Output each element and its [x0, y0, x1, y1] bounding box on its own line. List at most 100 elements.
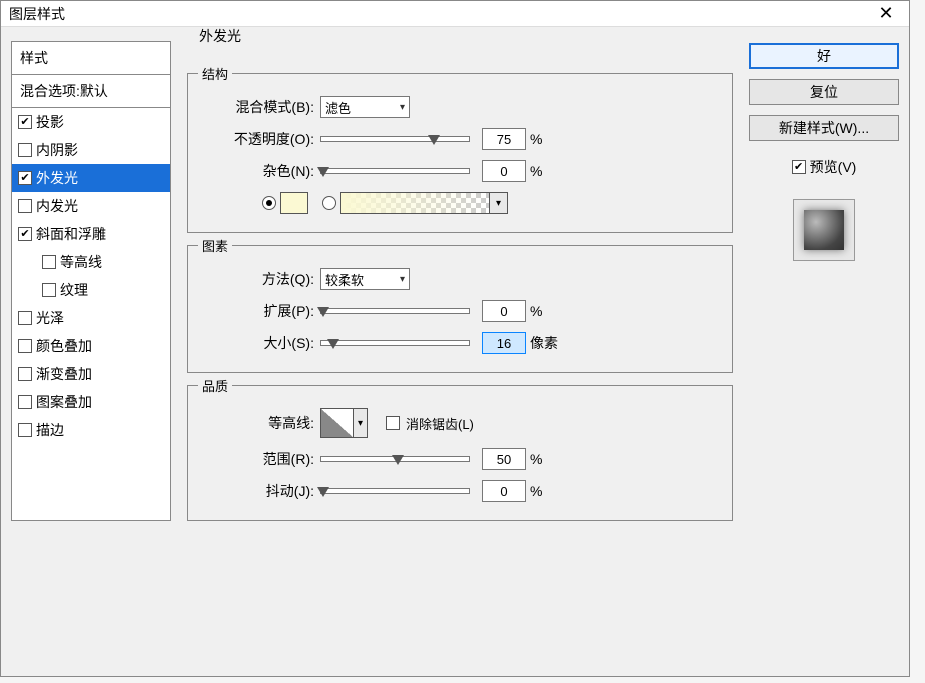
range-slider[interactable] — [320, 456, 470, 462]
blend-mode-select[interactable]: 滤色 ▾ — [320, 96, 410, 118]
contour-label: 等高线: — [200, 413, 320, 433]
size-slider[interactable] — [320, 340, 470, 346]
elements-legend: 图素 — [198, 236, 232, 255]
styles-list: 样式 混合选项:默认 ✔ 投影内阴影 ✔ 外发光内发光 ✔ 斜面和浮雕等高线纹理光泽颜色叠… — [11, 41, 171, 521]
style-item-label: 渐变叠加 — [36, 364, 92, 384]
noise-slider[interactable] — [320, 168, 470, 174]
chevron-down-icon: ▾ — [400, 274, 405, 285]
style-item-label: 等高线 — [60, 252, 102, 272]
structure-group: 结构 混合模式(B): 滤色 ▾ 不透明度(O): — [187, 73, 733, 233]
style-item-1[interactable]: 内阴影 — [12, 136, 170, 164]
structure-legend: 结构 — [198, 64, 232, 83]
opacity-slider[interactable] — [320, 136, 470, 142]
style-item-label: 颜色叠加 — [36, 336, 92, 356]
range-label: 范围(R): — [200, 449, 320, 469]
jitter-unit: % — [530, 483, 542, 499]
style-checkbox[interactable] — [42, 255, 56, 269]
style-item-10[interactable]: 图案叠加 — [12, 388, 170, 416]
preview-thumbnail — [793, 199, 855, 261]
quality-legend: 品质 — [198, 376, 232, 395]
style-checkbox[interactable] — [18, 199, 32, 213]
noise-unit: % — [530, 163, 542, 179]
color-radio[interactable] — [262, 196, 276, 210]
reset-button[interactable]: 复位 — [749, 79, 899, 105]
style-item-label: 外发光 — [36, 168, 78, 188]
elements-group: 图素 方法(Q): 较柔软 ▾ 扩展(P): — [187, 245, 733, 373]
contour-swatch[interactable] — [320, 408, 354, 438]
panel-title: 外发光 — [199, 26, 241, 46]
style-item-3[interactable]: 内发光 — [12, 192, 170, 220]
preview-label: 预览(V) — [810, 157, 857, 177]
jitter-slider[interactable] — [320, 488, 470, 494]
jitter-input[interactable] — [482, 480, 526, 502]
style-checkbox[interactable] — [18, 367, 32, 381]
blend-options-default[interactable]: 混合选项:默认 — [12, 75, 170, 108]
style-item-11[interactable]: 描边 — [12, 416, 170, 444]
style-item-4[interactable]: ✔ 斜面和浮雕 — [12, 220, 170, 248]
style-checkbox[interactable] — [18, 423, 32, 437]
settings-panel: 外发光 结构 混合模式(B): 滤色 ▾ 不透明度(O): — [187, 41, 733, 521]
blend-mode-value: 滤色 — [325, 98, 351, 117]
technique-label: 方法(Q): — [200, 269, 320, 289]
spread-slider[interactable] — [320, 308, 470, 314]
ok-button[interactable]: 好 — [749, 43, 899, 69]
style-item-6[interactable]: 纹理 — [12, 276, 170, 304]
blend-mode-label: 混合模式(B): — [200, 97, 320, 117]
gradient-radio[interactable] — [322, 196, 336, 210]
contour-dropdown-icon[interactable]: ▾ — [354, 408, 368, 438]
style-item-9[interactable]: 渐变叠加 — [12, 360, 170, 388]
range-input[interactable] — [482, 448, 526, 470]
style-item-label: 描边 — [36, 420, 64, 440]
style-checkbox[interactable] — [18, 143, 32, 157]
spread-label: 扩展(P): — [200, 301, 320, 321]
style-item-7[interactable]: 光泽 — [12, 304, 170, 332]
chevron-down-icon: ▾ — [400, 102, 405, 113]
style-item-label: 内阴影 — [36, 140, 78, 160]
layer-style-dialog: 图层样式 ✕ 样式 混合选项:默认 ✔ 投影内阴影 ✔ 外发光内发光 ✔ 斜面和浮雕等高线… — [0, 0, 910, 677]
opacity-input[interactable] — [482, 128, 526, 150]
antialias-checkbox[interactable] — [386, 416, 400, 430]
size-input[interactable] — [482, 332, 526, 354]
glow-color-swatch[interactable] — [280, 192, 308, 214]
style-item-2[interactable]: ✔ 外发光 — [12, 164, 170, 192]
technique-select[interactable]: 较柔软 ▾ — [320, 268, 410, 290]
style-item-label: 图案叠加 — [36, 392, 92, 412]
style-item-0[interactable]: ✔ 投影 — [12, 108, 170, 136]
technique-value: 较柔软 — [325, 270, 364, 289]
style-checkbox[interactable]: ✔ — [18, 171, 32, 185]
style-item-label: 投影 — [36, 112, 64, 132]
style-checkbox[interactable]: ✔ — [18, 227, 32, 241]
quality-group: 品质 等高线: ▾ 消除锯齿(L) 范围(R): — [187, 385, 733, 521]
close-icon[interactable]: ✕ — [871, 3, 901, 24]
style-checkbox[interactable] — [18, 395, 32, 409]
opacity-unit: % — [530, 131, 542, 147]
noise-label: 杂色(N): — [200, 161, 320, 181]
range-unit: % — [530, 451, 542, 467]
noise-input[interactable] — [482, 160, 526, 182]
titlebar: 图层样式 ✕ — [1, 1, 909, 27]
spread-input[interactable] — [482, 300, 526, 322]
new-style-button[interactable]: 新建样式(W)... — [749, 115, 899, 141]
style-checkbox[interactable] — [42, 283, 56, 297]
spread-unit: % — [530, 303, 542, 319]
style-checkbox[interactable] — [18, 311, 32, 325]
size-unit: 像素 — [530, 333, 558, 353]
jitter-label: 抖动(J): — [200, 481, 320, 501]
antialias-label: 消除锯齿(L) — [406, 414, 474, 433]
style-item-label: 斜面和浮雕 — [36, 224, 106, 244]
size-label: 大小(S): — [200, 333, 320, 353]
window-title: 图层样式 — [9, 4, 65, 24]
glow-gradient-swatch[interactable] — [340, 192, 490, 214]
style-item-label: 内发光 — [36, 196, 78, 216]
style-item-label: 纹理 — [60, 280, 88, 300]
style-item-5[interactable]: 等高线 — [12, 248, 170, 276]
opacity-label: 不透明度(O): — [200, 129, 320, 149]
style-item-8[interactable]: 颜色叠加 — [12, 332, 170, 360]
preview-checkbox[interactable]: ✔ — [792, 160, 806, 174]
style-checkbox[interactable]: ✔ — [18, 115, 32, 129]
style-checkbox[interactable] — [18, 339, 32, 353]
action-panel: 好 复位 新建样式(W)... ✔ 预览(V) — [749, 41, 899, 521]
styles-header: 样式 — [12, 42, 170, 75]
style-item-label: 光泽 — [36, 308, 64, 328]
gradient-dropdown-icon[interactable]: ▾ — [490, 192, 508, 214]
